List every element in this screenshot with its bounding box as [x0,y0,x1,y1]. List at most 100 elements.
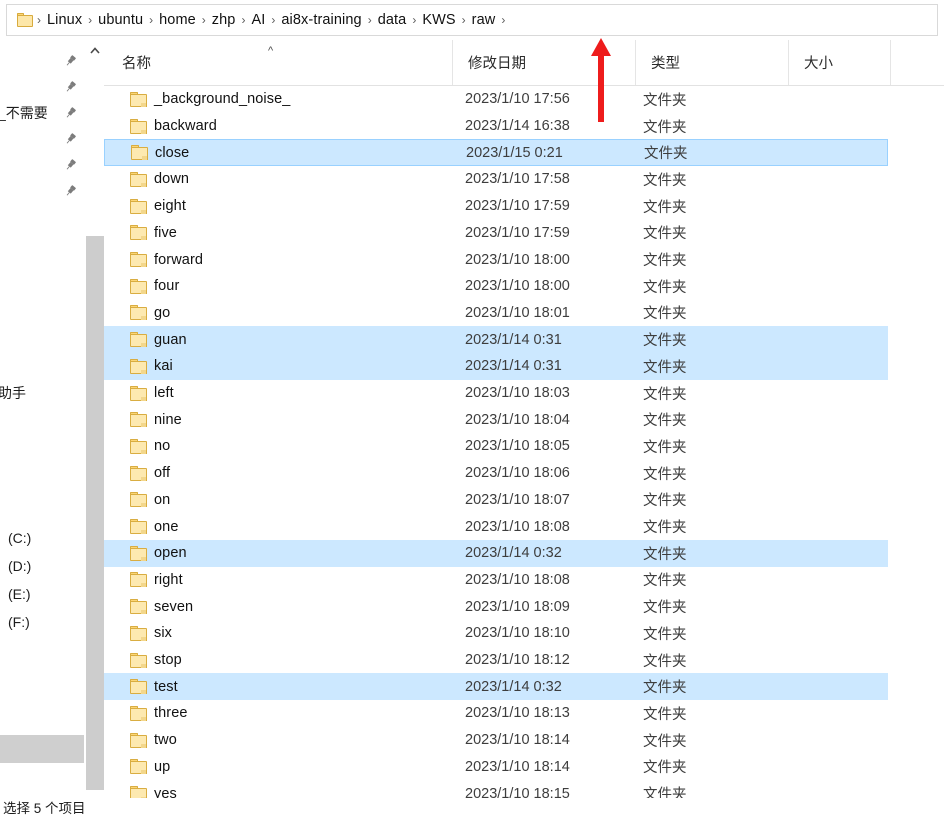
table-row[interactable]: eight 2023/1/10 17:59 文件夹 [104,193,944,220]
table-row[interactable]: _background_noise_ 2023/1/10 17:56 文件夹 [104,86,944,113]
folder-icon [130,252,148,268]
table-row[interactable]: down 2023/1/10 17:58 文件夹 [104,166,944,193]
file-name-cell: kai [154,358,173,375]
nav-item[interactable] [0,48,84,74]
file-date-cell: 2023/1/14 0:32 [465,678,562,695]
table-row[interactable]: off 2023/1/10 18:06 文件夹 [104,460,944,487]
table-row[interactable]: stop 2023/1/10 18:12 文件夹 [104,647,944,674]
table-row[interactable]: seven 2023/1/10 18:09 文件夹 [104,593,944,620]
navigation-pane[interactable]: _不需要助手 (C:) (D:) (E:) (F:) [0,40,84,815]
nav-item[interactable]: (E:) [0,581,84,607]
breadcrumb-item-home[interactable]: home [154,11,201,29]
scroll-up-arrow-icon[interactable] [85,40,105,60]
column-header-name-label: 名称 [122,56,151,72]
table-row[interactable]: nine 2023/1/10 18:04 文件夹 [104,406,944,433]
file-type-cell: 文件夹 [643,787,687,798]
pin-icon[interactable] [64,185,77,198]
file-type-cell: 文件夹 [644,146,688,163]
column-header-name[interactable]: 名称 [104,40,452,85]
pin-icon[interactable] [64,133,77,146]
breadcrumb-item-ai[interactable]: AI [246,11,270,29]
table-row[interactable]: open 2023/1/14 0:32 文件夹 [104,539,888,567]
file-date-cell: 2023/1/10 18:04 [465,411,570,428]
breadcrumb-separator: › [241,13,246,27]
table-row[interactable]: test 2023/1/14 0:32 文件夹 [104,673,888,701]
file-list-view[interactable]: 名称 ^ 修改日期 类型 大小 _background_noise_ 2023/1… [104,40,944,798]
nav-item[interactable] [0,152,84,178]
table-row[interactable]: right 2023/1/10 18:08 文件夹 [104,567,944,594]
breadcrumb-item-zhp[interactable]: zhp [207,11,241,29]
pin-icon[interactable] [64,159,77,172]
breadcrumb-item-data[interactable]: data [373,11,412,29]
column-header-size[interactable]: 大小 [788,40,890,85]
file-date-cell: 2023/1/10 18:06 [465,465,570,482]
table-row[interactable]: three 2023/1/10 18:13 文件夹 [104,700,944,727]
file-type-cell: 文件夹 [643,226,687,243]
breadcrumb-item-raw[interactable]: raw [467,11,501,29]
breadcrumb-item-kws[interactable]: KWS [417,11,460,29]
table-row[interactable]: go 2023/1/10 18:01 文件夹 [104,300,944,327]
table-row[interactable]: no 2023/1/10 18:05 文件夹 [104,433,944,460]
navigation-scrollbar[interactable] [84,40,105,815]
nav-item[interactable] [0,178,84,204]
column-header-size-label: 大小 [804,56,833,72]
file-date-cell: 2023/1/14 16:38 [465,118,570,135]
file-name-cell: five [154,224,177,241]
breadcrumb-item-ai8x-training[interactable]: ai8x-training [276,11,366,29]
table-row[interactable]: left 2023/1/10 18:03 文件夹 [104,380,944,407]
column-header-type[interactable]: 类型 [635,40,788,85]
nav-item[interactable]: (D:) [0,553,84,579]
pin-icon[interactable] [64,81,77,94]
nav-item-label: (E:) [8,586,31,602]
table-row[interactable]: on 2023/1/10 18:07 文件夹 [104,487,944,514]
folder-icon [130,118,148,134]
nav-item[interactable]: _不需要 [0,100,84,126]
table-row[interactable]: close 2023/1/15 0:21 文件夹 [104,139,888,167]
scrollbar-thumb[interactable] [86,236,104,790]
folder-icon [130,91,148,107]
table-row[interactable]: guan 2023/1/14 0:31 文件夹 [104,326,888,353]
scrollbar-track[interactable] [85,60,105,790]
file-date-cell: 2023/1/10 18:12 [465,652,570,669]
sort-ascending-icon: ^ [268,45,274,57]
file-type-cell: 文件夹 [643,386,687,403]
table-row[interactable]: yes 2023/1/10 18:15 文件夹 [104,780,944,798]
table-row[interactable]: forward 2023/1/10 18:00 文件夹 [104,246,944,273]
table-row[interactable]: up 2023/1/10 18:14 文件夹 [104,754,944,781]
column-header-row: 名称 ^ 修改日期 类型 大小 [104,40,944,86]
folder-icon [130,732,148,748]
nav-item[interactable]: (F:) [0,609,84,635]
file-name-cell: two [154,732,177,749]
nav-item[interactable] [0,74,84,100]
file-name-cell: test [154,678,178,695]
folder-icon [130,332,148,348]
table-row[interactable]: kai 2023/1/14 0:31 文件夹 [104,353,888,380]
address-bar[interactable]: › Linux › ubuntu › home › zhp › AI › ai8x-training ›… [6,4,938,36]
table-row[interactable]: one 2023/1/10 18:08 文件夹 [104,513,944,540]
file-type-cell: 文件夹 [643,119,687,136]
file-type-cell: 文件夹 [643,279,687,296]
file-name-cell: down [154,171,190,188]
table-row[interactable]: two 2023/1/10 18:14 文件夹 [104,727,944,754]
nav-item[interactable]: (C:) [0,525,84,551]
column-header-type-label: 类型 [651,56,680,72]
breadcrumb-item-linux[interactable]: Linux [42,11,87,29]
nav-item-label: (F:) [8,614,30,630]
table-row[interactable]: backward 2023/1/14 16:38 文件夹 [104,113,944,140]
table-row[interactable]: four 2023/1/10 18:00 文件夹 [104,273,944,300]
nav-item-label: (C:) [8,530,32,546]
file-type-cell: 文件夹 [643,520,687,537]
nav-item[interactable] [0,126,84,152]
table-row[interactable]: six 2023/1/10 18:10 文件夹 [104,620,944,647]
file-name-cell: go [154,304,171,321]
nav-item[interactable]: 助手 [0,380,84,406]
nav-item[interactable] [0,735,84,763]
pin-icon[interactable] [64,55,77,68]
file-date-cell: 2023/1/10 18:08 [465,518,570,535]
breadcrumb-item-ubuntu[interactable]: ubuntu [93,11,148,29]
table-row[interactable]: five 2023/1/10 17:59 文件夹 [104,220,944,247]
folder-icon [130,385,148,401]
pin-icon[interactable] [64,107,77,120]
file-name-cell: yes [154,785,177,798]
file-type-cell: 文件夹 [643,493,687,510]
